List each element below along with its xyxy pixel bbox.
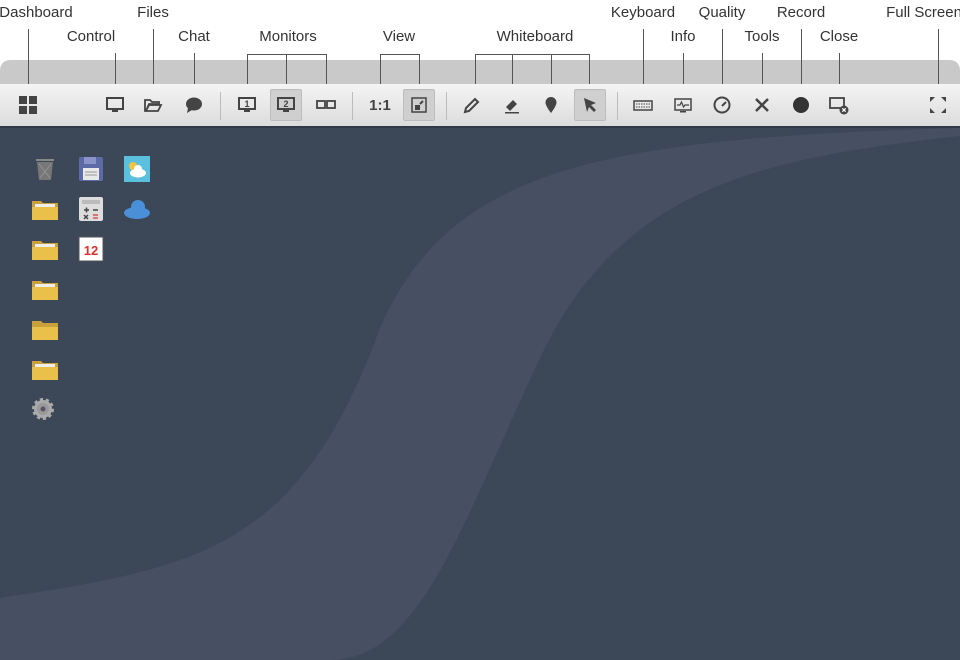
folder-icon	[32, 201, 58, 220]
tools-button[interactable]	[746, 89, 778, 121]
folder-icon	[32, 321, 58, 340]
record-dot-icon	[793, 97, 809, 113]
folder-icon	[32, 361, 58, 380]
cursor-arrow-icon	[584, 98, 596, 112]
pencil-icon	[463, 97, 480, 114]
desktop-icon-folder[interactable]	[30, 274, 60, 304]
cloud-icon	[124, 200, 150, 219]
calculator-icon	[79, 197, 103, 221]
toolbar-top-strip	[0, 60, 960, 84]
tools-icon	[755, 98, 769, 112]
separator	[617, 92, 618, 120]
floppy-disk-icon	[79, 157, 103, 181]
fullscreen-button[interactable]	[922, 89, 954, 121]
separator	[220, 92, 221, 120]
label-dashboard: Dashboard	[0, 4, 73, 21]
record-button[interactable]	[785, 89, 817, 121]
expand-icon	[930, 97, 946, 113]
label-view: View	[382, 28, 416, 45]
monitor-1-button[interactable]: 1	[231, 89, 263, 121]
pencil-button[interactable]	[456, 89, 488, 121]
label-quality: Quality	[698, 4, 746, 21]
dashboard-button[interactable]	[12, 89, 44, 121]
close-session-button[interactable]	[823, 89, 855, 121]
desktop-icon-cloud[interactable]	[122, 194, 152, 224]
gear-icon	[32, 398, 54, 420]
weather-icon	[124, 156, 150, 182]
monitor-2-button[interactable]: 2	[270, 89, 302, 121]
folder-icon	[32, 241, 58, 260]
monitor-icon	[106, 97, 124, 112]
desktop-icon-trash[interactable]	[30, 154, 60, 184]
keyboard-icon	[633, 100, 653, 111]
desktop-icon-settings[interactable]	[28, 394, 58, 424]
trash-icon	[36, 159, 54, 180]
view-fit-button[interactable]	[403, 89, 435, 121]
label-monitors: Monitors	[259, 28, 317, 45]
label-record: Record	[776, 4, 826, 21]
label-fullscreen: Full Screen	[886, 4, 960, 21]
dual-monitor-icon	[316, 100, 336, 109]
info-button[interactable]	[667, 89, 699, 121]
chat-button[interactable]	[178, 89, 210, 121]
speedometer-icon	[713, 96, 731, 114]
desktop-icon-weather[interactable]	[122, 154, 152, 184]
monitor-pulse-icon	[674, 98, 692, 113]
separator	[352, 92, 353, 120]
svg-text:2: 2	[283, 99, 288, 109]
folder-open-icon	[144, 99, 163, 112]
desktop-icon-floppy[interactable]	[76, 154, 106, 184]
all-monitors-button[interactable]	[310, 89, 342, 121]
label-info: Info	[670, 28, 696, 45]
folder-icon	[32, 281, 58, 300]
label-whiteboard: Whiteboard	[496, 28, 574, 45]
toolbar: 1 2 1:1	[0, 84, 960, 128]
desktop-icon-folder[interactable]	[30, 234, 60, 264]
label-tools: Tools	[744, 28, 780, 45]
fit-screen-icon	[411, 97, 427, 113]
monitor-2-icon: 2	[277, 97, 295, 112]
label-files: Files	[137, 4, 169, 21]
keyboard-button[interactable]	[627, 89, 659, 121]
svg-text:12: 12	[84, 243, 98, 258]
label-control: Control	[66, 28, 116, 45]
eraser-icon	[505, 100, 519, 114]
desktop-icon-calculator[interactable]	[76, 194, 106, 224]
calendar-icon: 12	[78, 236, 104, 262]
monitor-close-icon	[829, 97, 849, 115]
desktop-icon-folder[interactable]	[30, 194, 60, 224]
pointer-button[interactable]	[574, 89, 606, 121]
quality-button[interactable]	[706, 89, 738, 121]
view-1to1-button[interactable]: 1:1	[364, 89, 396, 121]
marker-button[interactable]	[535, 89, 567, 121]
files-button[interactable]	[137, 89, 169, 121]
label-chat: Chat	[178, 28, 210, 45]
monitor-1-icon: 1	[238, 97, 256, 112]
control-button[interactable]	[99, 89, 131, 121]
eraser-button[interactable]	[496, 89, 528, 121]
map-pin-icon	[545, 97, 557, 113]
remote-desktop[interactable]: 12	[0, 128, 960, 660]
desktop-icon-calendar[interactable]: 12	[76, 234, 106, 264]
label-keyboard: Keyboard	[610, 4, 676, 21]
label-close: Close	[819, 28, 859, 45]
grid-icon	[19, 96, 37, 114]
svg-text:1: 1	[244, 99, 249, 109]
separator	[446, 92, 447, 120]
desktop-icon-folder[interactable]	[30, 354, 60, 384]
chat-bubble-icon	[186, 97, 202, 113]
desktop-icon-folder[interactable]	[30, 314, 60, 344]
